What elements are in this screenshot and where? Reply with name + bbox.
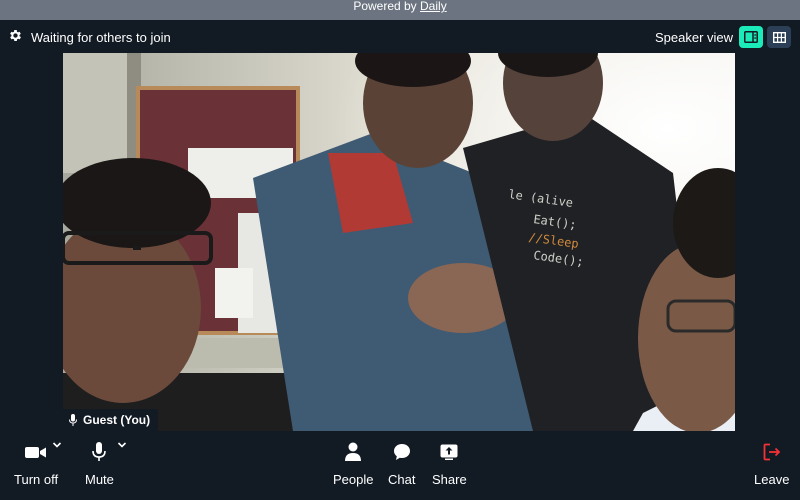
people-button[interactable]: People: [333, 441, 373, 487]
share-label: Share: [432, 472, 467, 487]
daily-link[interactable]: Daily: [420, 0, 447, 13]
grid-view-button[interactable]: [767, 26, 791, 48]
gear-icon[interactable]: [8, 28, 23, 43]
powered-by-banner: Powered by Daily: [0, 0, 800, 20]
participant-video: le (alive Eat(); //Sleep Code(); Guest (…: [63, 53, 735, 431]
camera-options-chevron-icon[interactable]: [52, 441, 62, 449]
top-bar: Waiting for others to join Speaker view: [0, 20, 800, 53]
speaker-view-icon: [744, 31, 758, 43]
leave-label: Leave: [754, 472, 790, 487]
bottom-strip: [0, 490, 800, 500]
leave-icon: [763, 443, 780, 461]
mute-label: Mute: [85, 472, 114, 487]
view-mode-label: Speaker view: [655, 30, 734, 45]
people-icon: [345, 442, 362, 461]
share-button[interactable]: Share: [432, 441, 467, 487]
people-label: People: [333, 472, 374, 487]
mic-options-chevron-icon[interactable]: [117, 441, 127, 449]
speaker-view-button[interactable]: [739, 26, 763, 48]
chat-icon: [393, 444, 410, 460]
video-stage: le (alive Eat(); //Sleep Code(); Guest (…: [0, 53, 800, 431]
participant-name: Guest (You): [83, 413, 151, 427]
video-frame: le (alive Eat(); //Sleep Code();: [63, 53, 735, 431]
microphone-icon: [92, 442, 107, 461]
camera-icon: [25, 447, 47, 458]
mute-button[interactable]: Mute: [85, 441, 114, 487]
microphone-icon: [69, 414, 77, 426]
call-tray: Turn off Mute People Chat Share Leave: [0, 431, 800, 490]
share-screen-icon: [440, 444, 458, 460]
camera-label: Turn off: [14, 472, 59, 487]
waiting-status: Waiting for others to join: [31, 30, 171, 45]
leave-button[interactable]: Leave: [754, 441, 789, 487]
chat-button[interactable]: Chat: [388, 441, 415, 487]
chat-label: Chat: [388, 472, 416, 487]
powered-by-text: Powered by: [353, 0, 421, 13]
grid-view-icon: [772, 31, 786, 43]
participant-name-tag: Guest (You): [63, 409, 159, 431]
